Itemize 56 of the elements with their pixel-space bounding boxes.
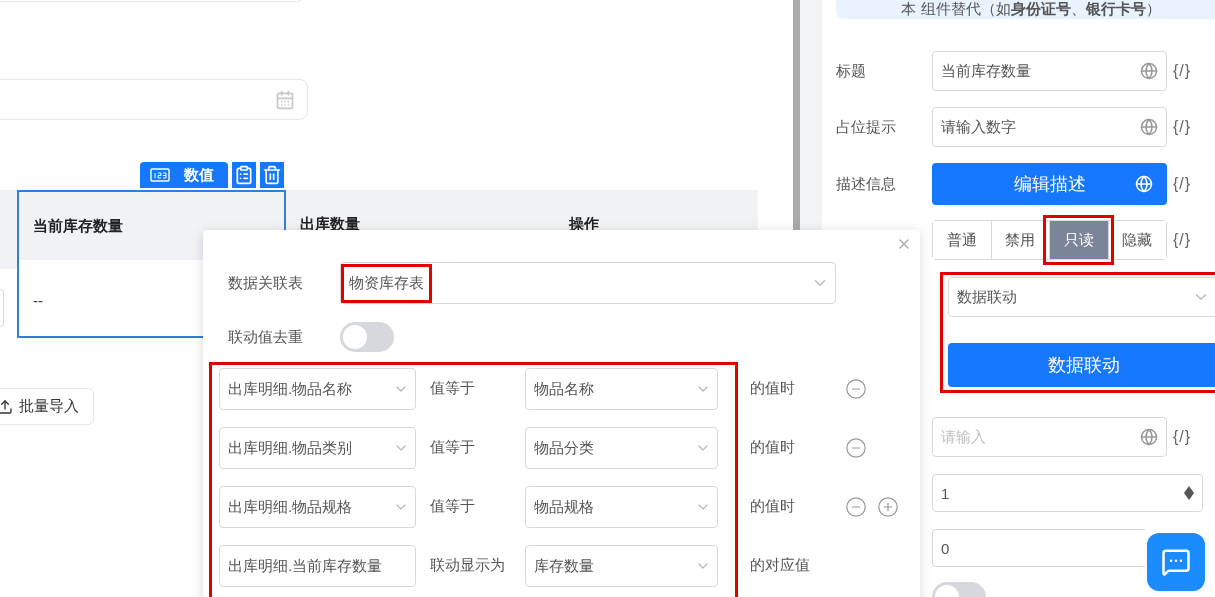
delete-button[interactable]	[260, 162, 284, 188]
chat-icon	[1161, 547, 1191, 577]
variable-button[interactable]: {/}	[1173, 62, 1192, 80]
operator-label: 值等于	[429, 437, 476, 457]
select-field[interactable]: 出库明细.物品规格	[219, 486, 416, 528]
globe-icon	[1140, 62, 1158, 80]
remove-button[interactable]	[845, 378, 867, 400]
copy-button[interactable]	[232, 162, 256, 188]
select-field[interactable]: 库存数量	[525, 545, 718, 587]
suffix-label: 的值时	[749, 378, 796, 398]
select-field[interactable]: 物品名称	[525, 368, 718, 410]
source-table-select[interactable]: 物资库存表	[340, 262, 836, 304]
variable-button[interactable]: {/}	[1173, 428, 1192, 446]
select-value: 物资库存表	[341, 263, 432, 303]
batch-import-button[interactable]: 批量导入	[0, 388, 94, 425]
date-field[interactable]	[0, 79, 308, 120]
placeholder-field[interactable]: 请输入数字	[932, 107, 1167, 147]
data-linkage-button[interactable]: 数据联动	[948, 343, 1215, 387]
number-stepper-field[interactable]: 1	[932, 474, 1203, 512]
stepper-arrows-icon	[1184, 485, 1194, 501]
number-field[interactable]: 0	[932, 529, 1145, 567]
select-field[interactable]: 物品分类	[525, 427, 718, 469]
chat-button[interactable]	[1147, 533, 1205, 591]
title-field[interactable]: 当前库存数量	[932, 51, 1167, 91]
globe-icon	[1140, 428, 1158, 446]
calendar-icon	[275, 89, 295, 110]
globe-icon	[1135, 175, 1153, 193]
number-icon	[150, 168, 170, 182]
input-field[interactable]: 出库明细.当前库存数量	[219, 545, 416, 587]
linkage-mode-select[interactable]: 数据联动	[948, 277, 1215, 317]
segment-option[interactable]: 隐藏	[1107, 221, 1166, 259]
select-field[interactable]: 出库明细.物品类别	[219, 427, 416, 469]
table-cell: --	[33, 291, 43, 309]
add-button[interactable]	[877, 496, 899, 518]
suffix-label: 的值时	[749, 437, 796, 457]
select-field[interactable]: 物品规格	[525, 486, 718, 528]
field-label: 描述信息	[836, 174, 897, 194]
info-banner: 本 组件替代（如身份证号、银行卡号）	[836, 0, 1215, 19]
field-label: 占位提示	[836, 117, 897, 137]
component-type-badge: 数值	[140, 162, 228, 188]
operator-label: 值等于	[429, 378, 476, 398]
operator-label: 值等于	[429, 496, 476, 516]
suffix-label: 的值时	[749, 496, 796, 516]
field-label: 标题	[836, 61, 867, 81]
select-field[interactable]: 出库明细.物品名称	[219, 368, 416, 410]
variable-button[interactable]: {/}	[1173, 118, 1192, 136]
operator-label: 联动显示为	[429, 555, 506, 575]
remove-button[interactable]	[845, 437, 867, 459]
variable-button[interactable]: {/}	[1173, 231, 1192, 249]
globe-icon	[1140, 118, 1158, 136]
suffix-label: 的对应值	[749, 555, 811, 575]
toggle-switch[interactable]	[340, 322, 394, 352]
variable-button[interactable]: {/}	[1173, 175, 1192, 193]
edit-description-button[interactable]: 编辑描述	[932, 163, 1167, 205]
upload-icon	[0, 398, 13, 415]
remove-button[interactable]	[845, 496, 867, 518]
